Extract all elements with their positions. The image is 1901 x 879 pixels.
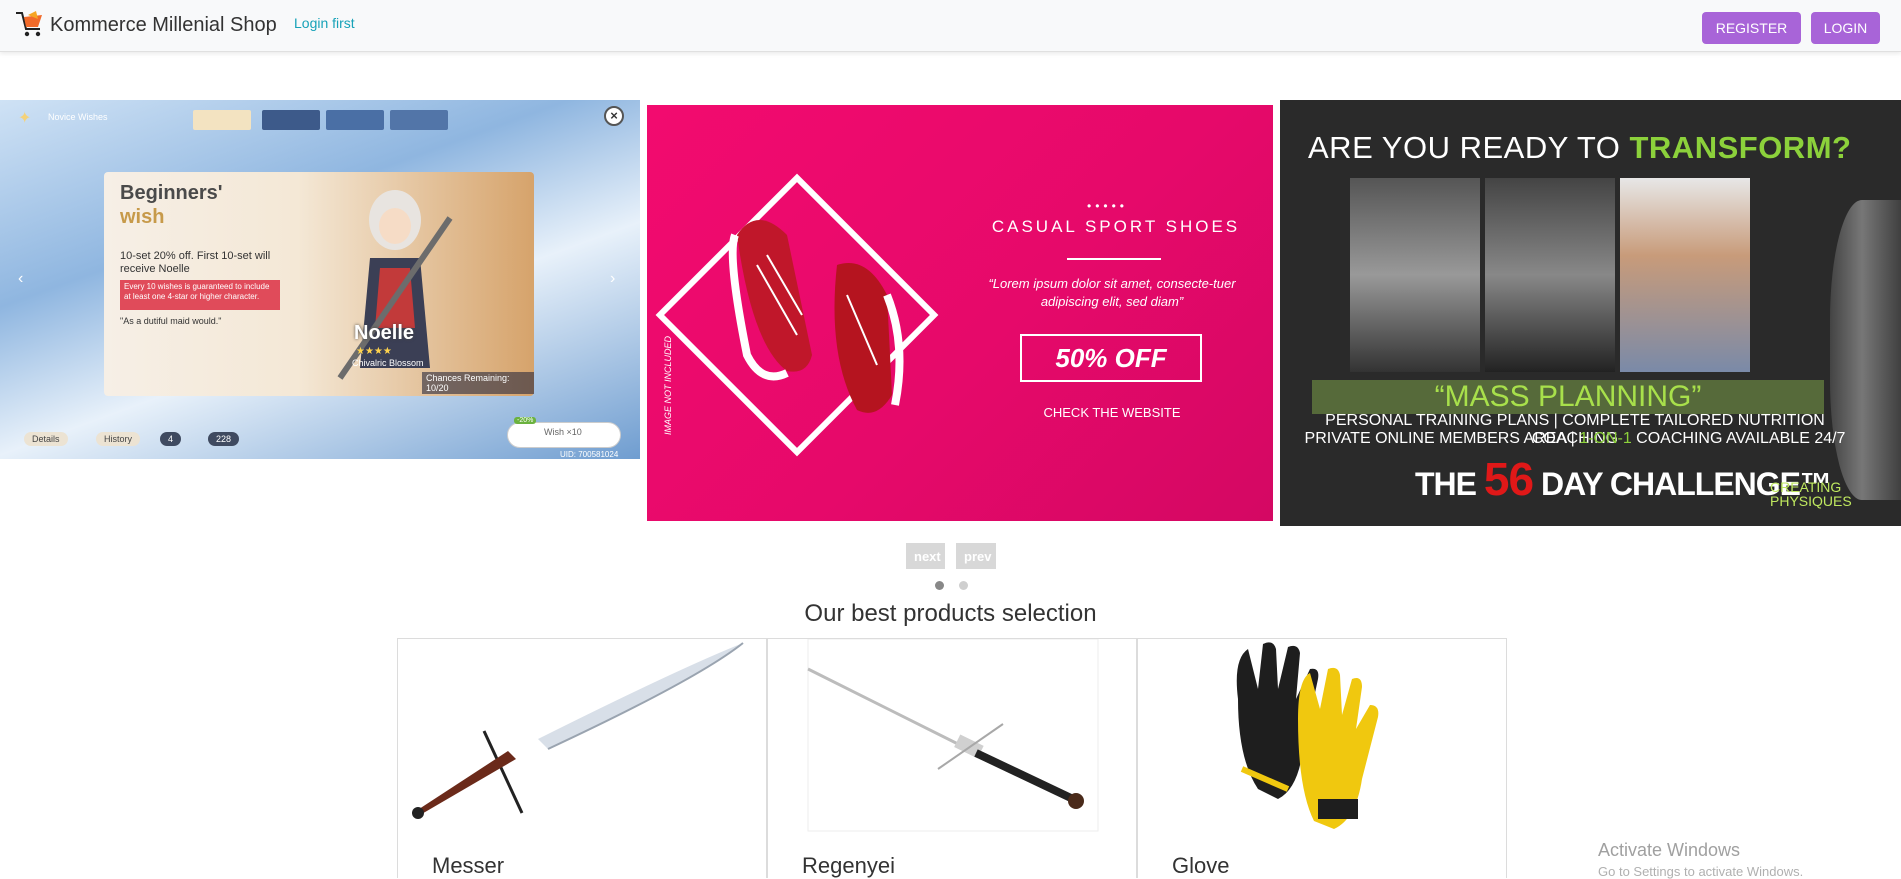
brand-name: Kommerce Millenial Shop bbox=[50, 13, 277, 36]
banner-highlight: Every 10 wishes is guaranteed to include… bbox=[120, 280, 280, 310]
uid-label: UID: 700581024 bbox=[560, 450, 619, 459]
sneakers-image bbox=[728, 220, 904, 413]
carousel-slide-3[interactable]: ARE YOU READY TO TRANSFORM? “MASS PLANNI… bbox=[1280, 100, 1901, 526]
mass-planning: “MASS PLANNING” bbox=[1312, 380, 1824, 414]
register-button[interactable]: REGISTER bbox=[1702, 12, 1801, 44]
details-button[interactable]: Details bbox=[24, 432, 68, 446]
image-note: IMAGE NOT INCLUDED bbox=[663, 335, 673, 435]
activate-windows-subtitle: Go to Settings to activate Windows. bbox=[1598, 864, 1804, 879]
banner-tab-2[interactable] bbox=[262, 110, 320, 130]
login-button[interactable]: LOGIN bbox=[1811, 12, 1880, 44]
decorative-dots: ••••• bbox=[1087, 199, 1129, 213]
promo-text: “Lorem ipsum dolor sit amet, consecte-tu… bbox=[988, 276, 1236, 309]
character-illustration bbox=[337, 190, 453, 380]
promo-headline: ARE YOU READY TO TRANSFORM? bbox=[1308, 130, 1852, 165]
chevron-left-icon[interactable]: ‹ bbox=[18, 270, 23, 288]
carousel-next-button[interactable]: next bbox=[906, 543, 945, 569]
section-title: Our best products selection bbox=[804, 600, 1097, 627]
banner-subtitle: wish bbox=[120, 206, 165, 228]
star-icon: ✦ bbox=[18, 110, 32, 127]
login-first-link[interactable]: Login first bbox=[294, 15, 355, 31]
check-website-link[interactable]: CHECK THE WEBSITE bbox=[987, 405, 1237, 420]
rating-stars: ★★★★ bbox=[356, 346, 392, 357]
character-name: Noelle bbox=[354, 322, 415, 344]
currency-count-b: 228 bbox=[208, 432, 240, 446]
carousel-slide-2[interactable]: IMAGE NOT INCLUDED ••••• CASUAL SPORT SH… bbox=[647, 105, 1273, 521]
banner-description: 10-set 20% off. First 10-set will receiv… bbox=[120, 250, 271, 275]
product-name: Regenyei bbox=[802, 853, 895, 878]
character-subtitle: Chivalric Blossom bbox=[352, 358, 424, 368]
arm-image bbox=[1830, 200, 1901, 500]
product-card-regenyei[interactable]: Regenyei bbox=[767, 638, 1137, 878]
divider bbox=[1067, 258, 1161, 260]
banner-tab-3[interactable] bbox=[326, 110, 384, 130]
wish-label: Wish ×10 bbox=[544, 427, 582, 437]
carousel-slide-1[interactable]: ✦ Novice Wishes × ‹ › Beginners' wish 10… bbox=[0, 100, 640, 459]
shopping-cart-icon bbox=[16, 11, 42, 37]
discount-box: 50% OFF bbox=[1020, 334, 1202, 382]
history-button[interactable]: History bbox=[96, 432, 141, 446]
carousel-prev-button[interactable]: prev bbox=[956, 543, 996, 569]
brand[interactable]: Kommerce Millenial Shop bbox=[14, 8, 277, 42]
promo-title: CASUAL SPORT SHOES bbox=[991, 217, 1241, 236]
wish-button[interactable]: -20% Wish ×10 bbox=[507, 417, 621, 448]
navbar: Kommerce Millenial Shop Login first REGI… bbox=[0, 0, 1901, 52]
athlete-photo-2 bbox=[1485, 178, 1615, 372]
close-icon[interactable]: × bbox=[604, 106, 624, 126]
chevron-right-icon[interactable]: › bbox=[610, 270, 615, 288]
event-label: Novice Wishes bbox=[48, 112, 108, 122]
promo-line-2: PRIVATE ONLINE MEMBERS AREA | 1-ON-1 COA… bbox=[1304, 430, 1846, 447]
currency-count-a: 4 bbox=[160, 432, 182, 446]
carousel-dot-2[interactable] bbox=[959, 581, 968, 590]
banner-quote: "As a dutiful maid would." bbox=[120, 316, 222, 326]
carousel-dot-1[interactable] bbox=[935, 581, 944, 590]
product-image-messer bbox=[412, 642, 744, 819]
product-name: Messer bbox=[432, 853, 505, 878]
banner-tab-4[interactable] bbox=[390, 110, 448, 130]
product-name: Glove bbox=[1172, 853, 1230, 878]
product-image-regenyei bbox=[807, 639, 1099, 832]
chances-remaining: Chances Remaining: 10/20 bbox=[422, 372, 534, 394]
product-image-glove bbox=[1236, 642, 1379, 829]
activate-windows-title: Activate Windows bbox=[1598, 840, 1741, 860]
creating-physiques-logo: CREATING PHYSIQUES bbox=[1770, 479, 1852, 509]
product-card-messer[interactable]: Messer bbox=[397, 638, 767, 878]
challenge-title: THE 56 DAY CHALLENGE™ bbox=[1415, 453, 1832, 505]
athlete-photo-1 bbox=[1350, 178, 1480, 372]
banner-card: Beginners' wish 10-set 20% off. First 10… bbox=[104, 172, 534, 396]
banner-title: Beginners' bbox=[120, 182, 223, 204]
product-card-glove[interactable]: Glove bbox=[1137, 638, 1507, 878]
banner-tab-1[interactable] bbox=[193, 110, 251, 130]
athlete-photo-3 bbox=[1620, 178, 1750, 372]
discount-badge: -20% bbox=[514, 417, 537, 424]
